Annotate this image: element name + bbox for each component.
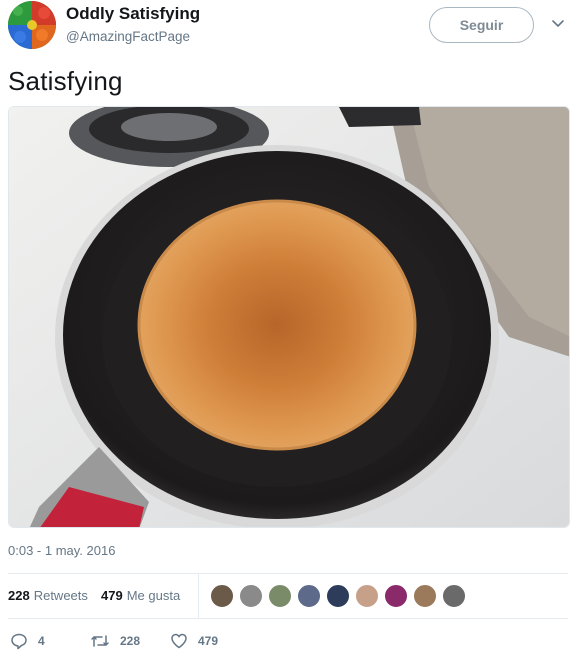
liker-avatar[interactable] xyxy=(355,584,379,608)
retweet-button[interactable]: 228 xyxy=(90,632,140,650)
heart-icon xyxy=(171,633,187,649)
liker-avatar[interactable] xyxy=(384,584,408,608)
tweet-actions: 4 228 479 xyxy=(8,628,568,658)
likes-stat[interactable]: 479 Me gusta xyxy=(101,588,180,603)
like-button[interactable]: 479 xyxy=(170,632,218,650)
pancake-in-pan-image xyxy=(9,107,569,527)
chevron-down-icon[interactable] xyxy=(550,16,566,32)
reply-count: 4 xyxy=(38,634,45,648)
avatar[interactable] xyxy=(8,1,56,49)
tweet-timestamp[interactable]: 0:03 - 1 may. 2016 xyxy=(8,543,115,558)
retweets-label: Retweets xyxy=(33,588,88,603)
tweet-header: Oddly Satisfying @AmazingFactPage Seguir xyxy=(8,0,578,60)
divider xyxy=(8,618,568,619)
liker-avatar[interactable] xyxy=(268,584,292,608)
like-count: 479 xyxy=(198,634,219,648)
reply-icon xyxy=(11,633,27,650)
retweet-icon xyxy=(91,635,109,647)
follow-button[interactable]: Seguir xyxy=(429,7,534,43)
retweet-count: 228 xyxy=(120,634,141,648)
liker-avatar[interactable] xyxy=(239,584,263,608)
liker-avatar[interactable] xyxy=(326,584,350,608)
retweets-count: 228 xyxy=(8,588,30,603)
tweet-media[interactable] xyxy=(8,106,570,528)
likes-count: 479 xyxy=(101,588,123,603)
liker-avatar[interactable] xyxy=(297,584,321,608)
likes-label: Me gusta xyxy=(126,588,181,603)
tweet-stats: 228 Retweets 479 Me gusta xyxy=(8,574,568,618)
user-handle[interactable]: @AmazingFactPage xyxy=(66,29,190,44)
display-name[interactable]: Oddly Satisfying xyxy=(66,4,200,24)
liker-avatar[interactable] xyxy=(210,584,234,608)
retweets-stat[interactable]: 228 Retweets xyxy=(8,588,88,603)
liker-avatar[interactable] xyxy=(442,584,466,608)
stats-separator xyxy=(198,574,199,618)
liker-avatar[interactable] xyxy=(413,584,437,608)
candy-avatar-icon xyxy=(8,1,56,49)
tweet-text: Satisfying xyxy=(8,66,123,96)
reply-button[interactable]: 4 xyxy=(10,632,45,650)
